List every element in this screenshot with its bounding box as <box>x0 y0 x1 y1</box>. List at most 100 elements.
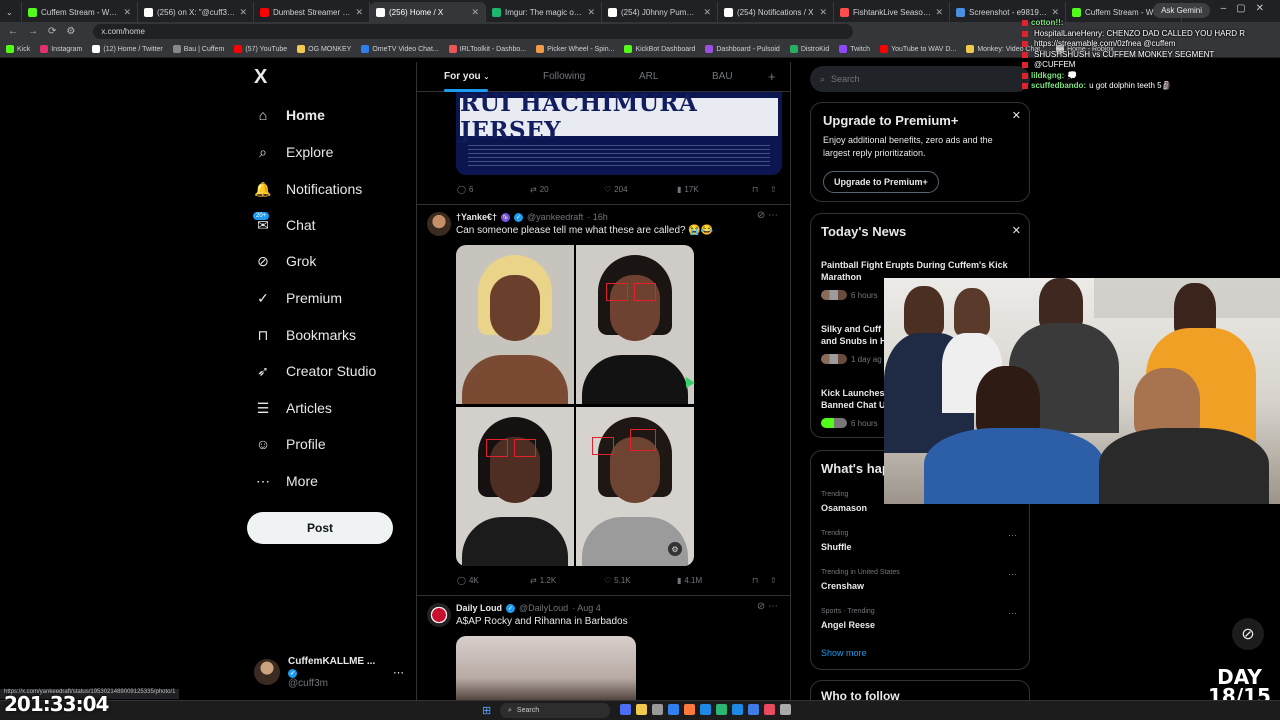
bookmark-item[interactable]: Kick <box>6 45 30 53</box>
browser-tab[interactable]: FishtankLive Season 4 | Fre ✕ <box>834 2 950 22</box>
post-image[interactable]: RUI HACHIMURA JERSEY <box>456 92 782 175</box>
nav-item-bookmarks[interactable]: ⊓ Bookmarks <box>254 326 357 344</box>
author-name[interactable]: †Yanke€† <box>456 212 497 222</box>
post-image[interactable] <box>456 636 636 700</box>
bookmark-button[interactable]: ⊓ <box>752 576 758 585</box>
more-icon[interactable]: ⋯ <box>393 666 404 679</box>
nav-item-more[interactable]: ⋯ More <box>254 472 318 490</box>
taskbar-search[interactable]: ⌕ Search <box>500 703 610 718</box>
bookmark-item[interactable]: Dashboard - Pulsoid <box>705 45 780 53</box>
trend-more-icon[interactable]: ⋯ <box>1008 530 1017 541</box>
close-tab-icon[interactable]: ✕ <box>239 7 247 18</box>
reply-button[interactable]: ◯ 4K <box>457 576 479 585</box>
bookmark-item[interactable]: DistroKid <box>789 45 829 53</box>
bookmark-item[interactable]: Twitch <box>839 45 870 53</box>
bookmark-item[interactable]: IRLToolkit - Dashbo... <box>448 45 526 53</box>
taskbar-app-icon[interactable] <box>636 704 647 715</box>
upgrade-premium-button[interactable]: Upgrade to Premium+ <box>823 171 939 193</box>
trend-name[interactable]: Crenshaw <box>821 581 864 591</box>
bookmark-item[interactable]: KickBot Dashboard <box>624 45 695 53</box>
back-icon[interactable]: ← <box>8 26 18 37</box>
share-button[interactable]: ⇧ <box>770 576 777 585</box>
close-tab-icon[interactable]: ✕ <box>703 7 711 18</box>
bookmark-item[interactable]: Instagram <box>40 45 82 53</box>
taskbar-app-icon[interactable] <box>684 704 695 715</box>
tab-bau[interactable]: BAU <box>712 71 733 82</box>
x-logo[interactable]: X <box>254 66 276 88</box>
add-tab-icon[interactable]: + <box>768 69 776 84</box>
search-input[interactable]: ⌕ Search <box>810 66 1030 92</box>
trend-more-icon[interactable]: ⋯ <box>1008 608 1017 619</box>
taskbar-app-icon[interactable] <box>732 704 743 715</box>
like-button[interactable]: ♡ 5.1K <box>604 576 631 585</box>
browser-tab[interactable]: (254) J0hnny PumP on X: " ✕ <box>602 2 718 22</box>
nav-item-creator-studio[interactable]: ➶ Creator Studio <box>254 362 376 380</box>
post-time[interactable]: · 16h <box>587 212 608 222</box>
trend-more-icon[interactable]: ⋯ <box>1008 569 1017 580</box>
post-time[interactable]: · Aug 4 <box>572 603 601 613</box>
media-photo[interactable] <box>456 245 574 404</box>
account-switcher[interactable]: CuffemKALLME ... ✓ @cuff3m ⋯ <box>254 656 404 689</box>
tab-arl[interactable]: ARL <box>639 71 658 82</box>
nav-item-profile[interactable]: ☺ Profile <box>254 435 326 453</box>
post-button[interactable]: Post <box>247 512 393 544</box>
bookmark-item[interactable]: OmeTV Video Chat... <box>361 45 439 53</box>
close-tab-icon[interactable]: ✕ <box>355 7 363 18</box>
share-button[interactable]: ⇧ <box>770 185 777 194</box>
bookmark-item[interactable]: Bau | Cuffem <box>172 45 224 53</box>
grok-icon[interactable]: ⊘ ⋯ <box>757 210 778 221</box>
views-button[interactable]: ▮ 17K <box>677 185 699 194</box>
taskbar-app-icon[interactable] <box>716 704 727 715</box>
bookmark-item[interactable]: OG MONKEY <box>297 45 351 53</box>
author-avatar[interactable] <box>427 603 451 627</box>
grok-icon[interactable]: ⊘ ⋯ <box>757 601 778 612</box>
nav-item-home[interactable]: ⌂ Home <box>254 106 325 124</box>
like-button[interactable]: ♡ 204 <box>604 185 628 194</box>
views-button[interactable]: ▮ 4.1M <box>677 576 702 585</box>
trend-name[interactable]: Angel Reese <box>821 620 875 630</box>
taskbar-app-icon[interactable] <box>764 704 775 715</box>
tab-following[interactable]: Following <box>543 71 585 82</box>
url-input[interactable]: x.com/home <box>93 24 854 39</box>
browser-tab[interactable]: (254) Notifications / X ✕ <box>718 2 834 22</box>
browser-tab[interactable]: Cuffem Stream - Watch Liv✕ <box>22 2 138 22</box>
media-photo[interactable] <box>456 407 574 566</box>
author-name[interactable]: Daily Loud <box>456 603 502 613</box>
taskbar-app-icon[interactable] <box>700 704 711 715</box>
nav-item-articles[interactable]: ☰ Articles <box>254 399 332 417</box>
bookmark-item[interactable]: (57) YouTube <box>234 45 287 53</box>
repost-button[interactable]: ⇄ 1.2K <box>530 576 556 585</box>
tab-search-icon[interactable]: ⌄ <box>0 2 22 22</box>
site-info-icon[interactable]: ⚙ <box>66 26 75 37</box>
post-media-grid[interactable]: ⚙ <box>456 245 694 566</box>
browser-tab[interactable]: (256) on X: "@cuff3m mig ✕ <box>138 2 254 22</box>
browser-tab[interactable]: (256) Home / X ✕ <box>370 2 486 22</box>
close-icon[interactable]: ✕ <box>1012 109 1021 122</box>
bookmark-item[interactable]: Picker Wheel - Spin... <box>536 45 614 53</box>
repost-button[interactable]: ⇄ 20 <box>530 185 549 194</box>
close-tab-icon[interactable]: ✕ <box>123 7 131 18</box>
bookmark-item[interactable]: YouTube to WAV D... <box>880 45 956 53</box>
close-tab-icon[interactable]: ✕ <box>1051 7 1059 18</box>
author-handle[interactable]: @yankeedraft <box>527 212 583 222</box>
nav-item-notifications[interactable]: 🔔 Notifications <box>254 180 362 198</box>
taskbar-app-icon[interactable] <box>668 704 679 715</box>
bookmark-button[interactable]: ⊓ <box>752 185 758 194</box>
nav-item-premium[interactable]: ✓ Premium <box>254 289 342 307</box>
trend-name[interactable]: Osamason <box>821 503 867 513</box>
window-controls[interactable]: –▢✕ <box>1221 3 1274 14</box>
taskbar-app-icon[interactable] <box>620 704 631 715</box>
taskbar-app-icon[interactable] <box>748 704 759 715</box>
close-icon[interactable]: ✕ <box>1012 224 1021 237</box>
start-icon[interactable]: ⊞ <box>482 704 491 717</box>
bookmark-item[interactable]: (12) Home / Twitter <box>92 45 163 53</box>
nav-item-grok[interactable]: ⊘ Grok <box>254 252 316 270</box>
media-settings-icon[interactable]: ⚙ <box>668 542 682 556</box>
close-tab-icon[interactable]: ✕ <box>587 7 595 18</box>
reply-button[interactable]: ◯ 6 <box>457 185 473 194</box>
author-handle[interactable]: @DailyLoud <box>519 603 568 613</box>
close-tab-icon[interactable]: ✕ <box>935 7 943 18</box>
tab-for-you[interactable]: For you ⌄ <box>444 71 489 82</box>
forward-icon[interactable]: → <box>28 26 38 37</box>
media-photo[interactable] <box>576 245 694 404</box>
